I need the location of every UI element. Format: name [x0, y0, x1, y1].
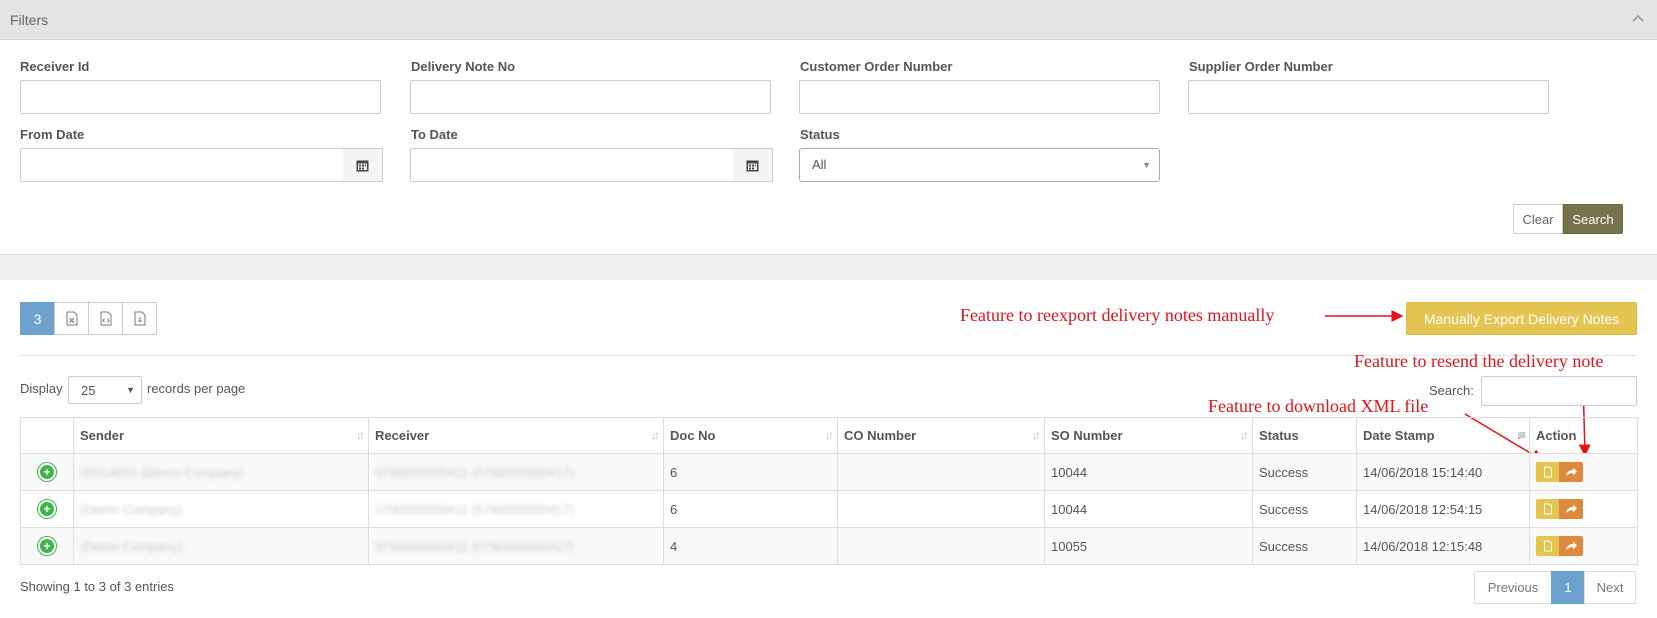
status-cell: Success [1252, 490, 1357, 528]
column-header-label: Date Stamp [1363, 428, 1435, 443]
action-cell [1529, 490, 1638, 528]
column-header-expand [20, 417, 74, 454]
page-length-select[interactable]: 25 ▼ [68, 376, 142, 404]
resend-icon [1566, 541, 1577, 550]
column-header-label: CO Number [844, 428, 917, 443]
receiver-value: 0790000000411 (0790000000417) [375, 538, 575, 554]
receiver-value: 0790000000411 (0790000000417) [375, 501, 575, 517]
action-cell [1529, 527, 1638, 565]
column-header-status: Status [1252, 417, 1357, 454]
delivery-notes-table: Sender ↓↑ Receiver ↓↑ Doc No ↓↑ CO Number ↓↑… [20, 417, 1638, 565]
column-header-label: Action [1536, 428, 1577, 443]
resend-icon [1566, 467, 1577, 476]
date-stamp-cell: 14/06/2018 12:15:48 [1356, 527, 1530, 565]
expand-cell: + [20, 490, 74, 528]
column-header-doc-no[interactable]: Doc No ↓↑ [663, 417, 838, 454]
table-row: + 00014001 (Demo Company) 0790000000411 … [20, 453, 1638, 491]
sort-icon: ↓↑ [1240, 428, 1249, 442]
so-number-cell: 10055 [1044, 527, 1253, 565]
sender-cell: (Demo Company) [73, 490, 369, 528]
column-header-co-number[interactable]: CO Number ↓↑ [837, 417, 1045, 454]
doc-no-cell: 6 [663, 453, 838, 491]
status-cell: Success [1252, 527, 1357, 565]
table-search-label: Search: [1429, 383, 1474, 398]
so-number-cell: 10044 [1044, 490, 1253, 528]
expand-cell: + [20, 453, 74, 491]
next-page-button[interactable]: Next [1584, 571, 1636, 604]
pagination: Previous 1 Next [1474, 571, 1636, 604]
table-row: + (Demo Company) 0790000000411 (07900000… [20, 527, 1638, 565]
column-header-label: Sender [80, 428, 125, 443]
resend-button[interactable] [1559, 536, 1583, 556]
download-xml-icon [1544, 466, 1552, 478]
sender-cell: (Demo Company) [73, 527, 369, 565]
co-number-cell [837, 490, 1045, 528]
sender-value: 00014001 (Demo Company) [80, 464, 245, 480]
sort-icon: ↓↑ [356, 428, 365, 442]
expand-cell: + [20, 527, 74, 565]
sort-icon: ↓↑ [1032, 428, 1041, 442]
plus-circle-icon[interactable]: + [38, 537, 56, 555]
page-1-button[interactable]: 1 [1551, 571, 1585, 604]
co-number-cell [837, 527, 1045, 565]
plus-circle-icon[interactable]: + [38, 463, 56, 481]
date-stamp-cell: 14/06/2018 15:14:40 [1356, 453, 1530, 491]
column-header-date-stamp[interactable]: Date Stamp ↓≡ [1356, 417, 1530, 454]
page-length-value: 25 [81, 383, 96, 398]
display-label: Display [20, 381, 63, 396]
sender-value: (Demo Company) [80, 538, 183, 554]
resend-button[interactable] [1559, 462, 1583, 482]
date-stamp-cell: 14/06/2018 12:54:15 [1356, 490, 1530, 528]
doc-no-cell: 6 [663, 490, 838, 528]
table-row: + (Demo Company) 0790000000411 (07900000… [20, 490, 1638, 528]
previous-page-button[interactable]: Previous [1474, 571, 1552, 604]
download-xml-button[interactable] [1536, 536, 1560, 556]
column-header-label: SO Number [1051, 428, 1123, 443]
table-header-row: Sender ↓↑ Receiver ↓↑ Doc No ↓↑ CO Number ↓↑… [20, 417, 1638, 454]
receiver-cell: 0790000000411 (0790000000417) [368, 453, 664, 491]
column-header-label: Receiver [375, 428, 430, 443]
receiver-cell: 0790000000411 (0790000000417) [368, 527, 664, 565]
download-xml-icon [1544, 503, 1552, 515]
resend-icon [1566, 504, 1577, 513]
column-header-receiver[interactable]: Receiver ↓↑ [368, 417, 664, 454]
sort-desc-icon: ↓≡ [1515, 428, 1526, 442]
resend-button[interactable] [1559, 499, 1583, 519]
dropdown-caret-icon: ▼ [126, 385, 135, 395]
table-search-input[interactable] [1481, 376, 1637, 406]
doc-no-cell: 4 [663, 527, 838, 565]
plus-circle-icon[interactable]: + [38, 500, 56, 518]
co-number-cell [837, 453, 1045, 491]
action-cell [1529, 453, 1638, 491]
download-xml-icon [1544, 540, 1552, 552]
receiver-cell: 0790000000411 (0790000000417) [368, 490, 664, 528]
column-header-label: Status [1259, 428, 1299, 443]
status-cell: Success [1252, 453, 1357, 491]
records-per-page-label: records per page [147, 381, 246, 396]
column-header-sender[interactable]: Sender ↓↑ [73, 417, 369, 454]
column-header-so-number[interactable]: SO Number ↓↑ [1044, 417, 1253, 454]
sort-icon: ↓↑ [825, 428, 834, 442]
column-header-label: Doc No [670, 428, 716, 443]
download-xml-button[interactable] [1536, 499, 1560, 519]
column-header-action: Action [1529, 417, 1638, 454]
download-xml-button[interactable] [1536, 462, 1560, 482]
sort-icon: ↓↑ [651, 428, 660, 442]
receiver-value: 0790000000411 (0790000000417) [375, 464, 575, 480]
so-number-cell: 10044 [1044, 453, 1253, 491]
showing-entries-info: Showing 1 to 3 of 3 entries [20, 579, 174, 594]
sender-cell: 00014001 (Demo Company) [73, 453, 369, 491]
sender-value: (Demo Company) [80, 501, 183, 517]
